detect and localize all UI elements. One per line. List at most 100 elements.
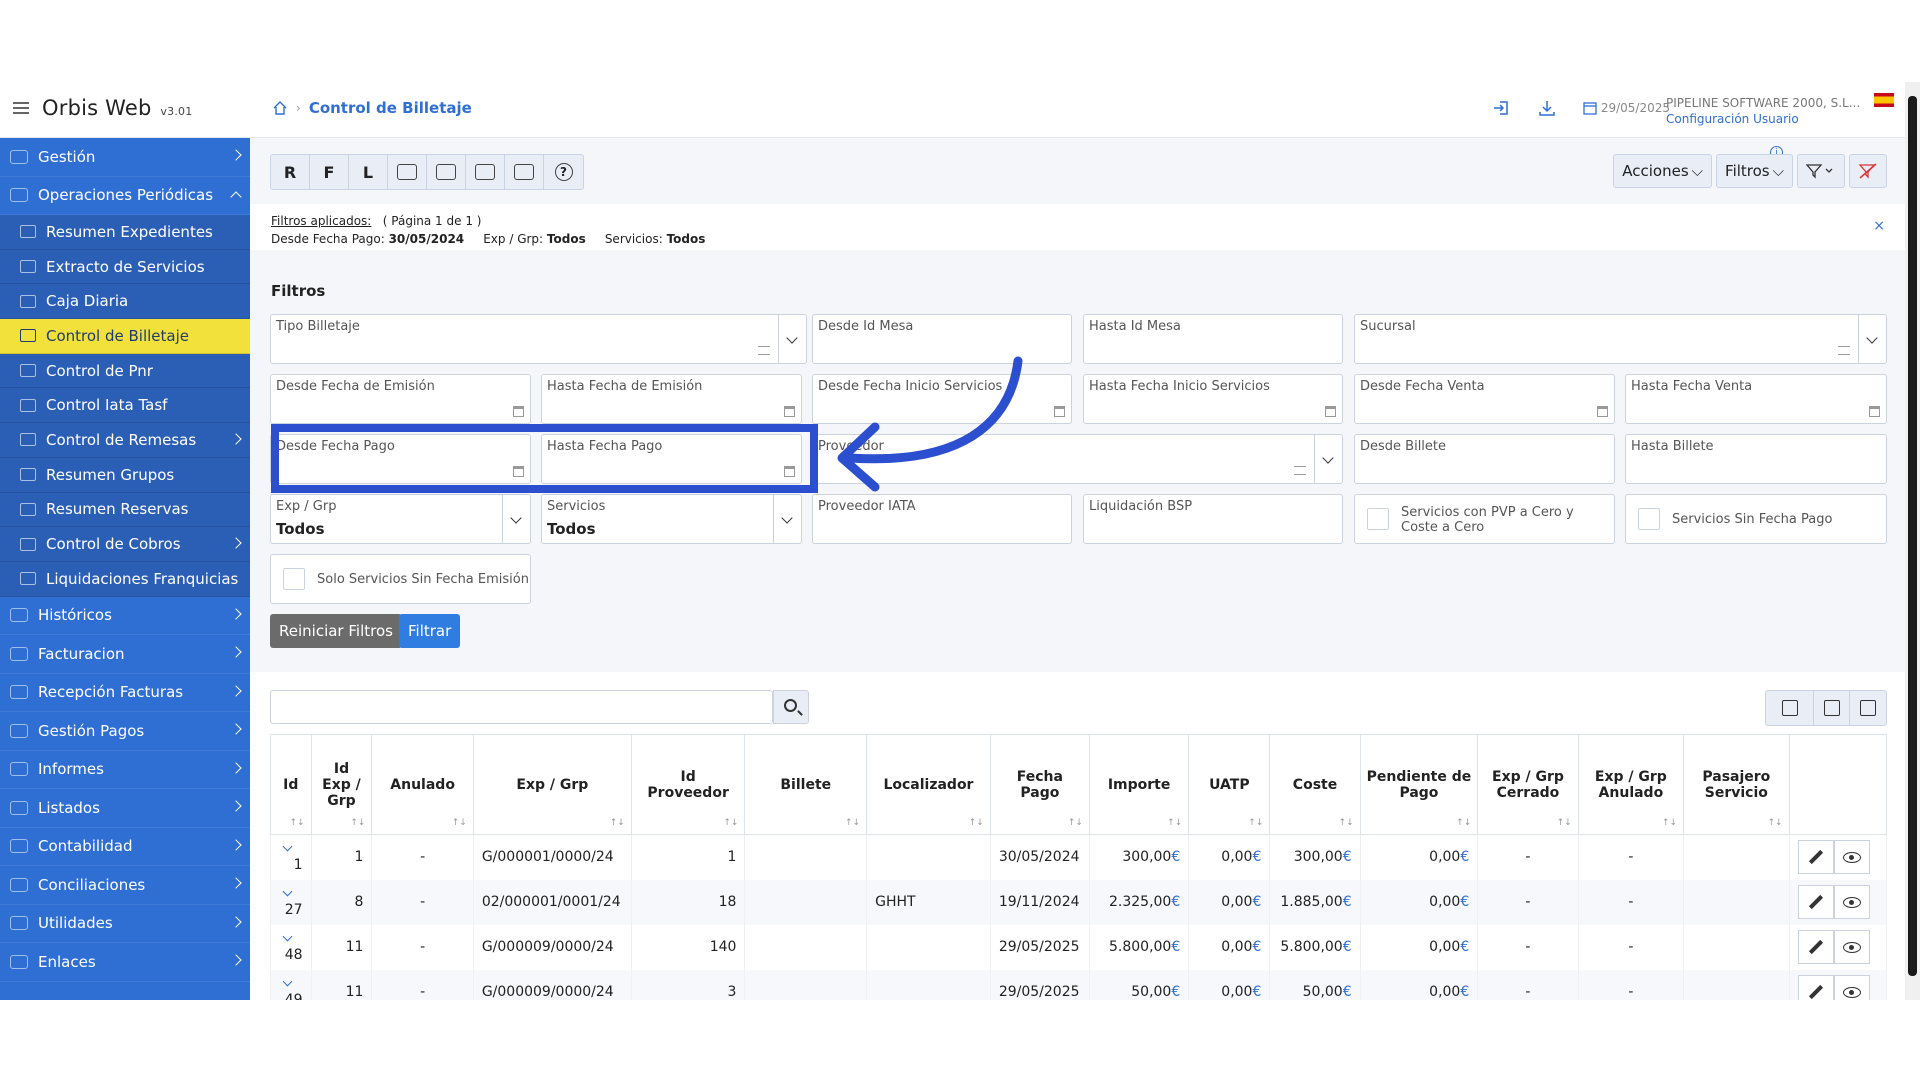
table-search-input[interactable] — [270, 690, 773, 724]
sidebar-item-resumen-expedientes[interactable]: Resumen Expedientes — [0, 215, 250, 250]
col-header[interactable]: Exp / Grp ↑↓ — [472, 734, 632, 835]
calendar-icon[interactable] — [1054, 406, 1065, 417]
col-header[interactable]: Id ↑↓ — [270, 734, 312, 835]
l-button[interactable]: L — [349, 155, 388, 189]
table-row[interactable]: 48 11 - G/000009/0000/24 140 29/05/2025 5.800,… — [270, 924, 1888, 970]
reset-filters-button[interactable]: Reiniciar Filtros — [270, 614, 402, 648]
edit-button[interactable] — [1797, 885, 1834, 919]
clock-doc-button[interactable] — [505, 155, 544, 189]
col-header[interactable]: Id Exp / Grp ↑↓ — [310, 734, 373, 835]
transfer-button[interactable] — [427, 155, 466, 189]
user-config-link[interactable]: Configuración Usuario — [1666, 112, 1860, 126]
sidebar-item-historicos[interactable]: Históricos — [0, 597, 250, 636]
col-header[interactable]: Importe ↑↓ — [1088, 734, 1190, 835]
col-header[interactable]: Id Proveedor ↑↓ — [630, 734, 746, 835]
sidebar-item-recepcion-facturas[interactable]: Recepción Facturas — [0, 674, 250, 713]
r-button[interactable]: R — [271, 155, 310, 189]
hasta-billete-field[interactable]: Hasta Billete — [1625, 434, 1887, 484]
table-row[interactable]: 27 8 - 02/000001/0001/24 18 GHHT 19/11/2024 2.3… — [270, 879, 1888, 925]
download-icon[interactable] — [1537, 98, 1557, 118]
filter-button[interactable]: Filtrar — [399, 614, 461, 648]
sidebar-item-control-remesas[interactable]: Control de Remesas — [0, 423, 250, 458]
hasta-fecha-inicio-field[interactable]: Hasta Fecha Inicio Servicios — [1083, 374, 1343, 424]
close-icon[interactable]: × — [1873, 218, 1885, 234]
sidebar-item-caja-diaria[interactable]: Caja Diaria — [0, 284, 250, 320]
chevron-down-icon[interactable] — [502, 495, 530, 543]
sidebar-item-extracto-servicios[interactable]: Extracto de Servicios — [0, 250, 250, 285]
sidebar-item-control-cobros[interactable]: Control de Cobros — [0, 527, 250, 562]
view-button[interactable] — [1833, 840, 1870, 875]
sidebar-item-liquidaciones-franquicias[interactable]: Liquidaciones Franquicias — [0, 562, 250, 597]
export-excel-button[interactable] — [1814, 691, 1850, 725]
login-icon[interactable] — [1491, 98, 1511, 118]
calendar-icon[interactable] — [1597, 406, 1608, 417]
col-header[interactable]: Pasajero Servicio ↑↓ — [1683, 734, 1790, 835]
calendar-icon[interactable] — [1325, 406, 1336, 417]
exp-grp-select[interactable]: Exp / Grp Todos — [270, 494, 531, 544]
chevron-down-icon[interactable] — [1858, 315, 1886, 363]
filtros-dropdown[interactable]: Filtros ⌵ — [1716, 154, 1793, 188]
calendar-icon[interactable] — [1869, 406, 1880, 417]
tree-view-button[interactable] — [388, 155, 427, 189]
scrollbar-thumb[interactable] — [1908, 96, 1917, 976]
col-header[interactable]: Coste ↑↓ — [1269, 734, 1361, 835]
col-header[interactable]: Exp / Grp Anulado ↑↓ — [1577, 734, 1685, 835]
liquidacion-bsp-field[interactable]: Liquidación BSP — [1083, 494, 1343, 544]
col-header[interactable]: Billete ↑↓ — [744, 734, 868, 835]
sin-fecha-pago-checkbox[interactable] — [1638, 508, 1660, 530]
sucursal-select[interactable]: Sucursal — [1354, 314, 1887, 364]
columns-button[interactable] — [1766, 691, 1814, 725]
view-button[interactable] — [1833, 975, 1870, 1000]
header-date[interactable]: 29/05/2025 — [1583, 101, 1670, 115]
sidebar-item-listados[interactable]: Listados — [0, 789, 250, 828]
view-button[interactable] — [1833, 930, 1870, 964]
col-header[interactable]: Anulado ↑↓ — [371, 734, 474, 835]
vertical-scrollbar[interactable] — [1905, 82, 1920, 1000]
sidebar-item-resumen-grupos[interactable]: Resumen Grupos — [0, 458, 250, 493]
sidebar-item-contabilidad[interactable]: Contabilidad — [0, 828, 250, 867]
servicios-select[interactable]: Servicios Todos — [541, 494, 802, 544]
sidebar-item-control-pnr[interactable]: Control de Pnr — [0, 354, 250, 389]
chevron-down-icon[interactable] — [1314, 435, 1342, 483]
view-button[interactable] — [1833, 885, 1870, 919]
chevron-down-icon[interactable] — [773, 495, 801, 543]
sidebar-item-gestion-pagos[interactable]: Gestión Pagos — [0, 712, 250, 751]
spain-flag-icon[interactable] — [1874, 93, 1894, 107]
edit-button[interactable] — [1797, 930, 1834, 964]
applied-filters-label[interactable]: Filtros aplicados: — [271, 214, 371, 228]
menu-icon[interactable] — [13, 102, 29, 114]
expand-chevron-icon[interactable] — [282, 976, 293, 987]
hasta-id-mesa-field[interactable]: Hasta Id Mesa — [1083, 314, 1343, 364]
chevron-down-icon[interactable] — [778, 315, 806, 363]
table-row[interactable]: 1 1- G/000001/0000/24 1 30/05/2024 300,00€ 0,0… — [270, 834, 1888, 880]
expand-chevron-icon[interactable] — [282, 841, 293, 852]
sidebar-item-facturacion[interactable]: Facturacion — [0, 635, 250, 674]
expand-chevron-icon[interactable] — [282, 931, 293, 942]
help-button[interactable]: ? — [544, 155, 583, 189]
edit-button[interactable] — [1797, 840, 1834, 875]
col-header[interactable]: Exp / Grp Cerrado ↑↓ — [1477, 734, 1579, 835]
col-header[interactable]: Localizador ↑↓ — [866, 734, 991, 835]
desde-fecha-venta-field[interactable]: Desde Fecha Venta — [1354, 374, 1615, 424]
hasta-fecha-emision-field[interactable]: Hasta Fecha de Emisión — [541, 374, 802, 424]
sidebar-item-resumen-reservas[interactable]: Resumen Reservas — [0, 493, 250, 528]
clear-filter-button[interactable] — [1849, 154, 1887, 188]
sidebar-item-operaciones-periodicas[interactable]: Operaciones Periódicas — [0, 177, 250, 215]
col-header[interactable]: UATP ↑↓ — [1188, 734, 1271, 835]
sidebar-item-enlaces[interactable]: Enlaces — [0, 943, 250, 982]
expand-chevron-icon[interactable] — [282, 886, 293, 897]
search-button[interactable] — [773, 690, 809, 724]
sin-fecha-emision-checkbox[interactable] — [283, 568, 305, 590]
filter-options-button[interactable] — [1797, 154, 1845, 188]
desde-billete-field[interactable]: Desde Billete — [1354, 434, 1615, 484]
sidebar-item-control-billetaje[interactable]: Control de Billetaje — [0, 319, 250, 354]
tipo-billetaje-select[interactable]: Tipo Billetaje — [270, 314, 807, 364]
acciones-dropdown[interactable]: Acciones ⌵ — [1613, 154, 1713, 188]
edit-button[interactable] — [1797, 975, 1834, 1000]
proveedor-iata-field[interactable]: Proveedor IATA — [812, 494, 1072, 544]
calendar-icon[interactable] — [784, 406, 795, 417]
ticket-button[interactable] — [466, 155, 505, 189]
col-header[interactable]: Fecha Pago ↑↓ — [989, 734, 1090, 835]
table-row[interactable]: 49 11- G/000009/0000/24 3 29/05/2025 50,00€ 0,… — [270, 969, 1888, 1000]
desde-fecha-emision-field[interactable]: Desde Fecha de Emisión — [270, 374, 531, 424]
